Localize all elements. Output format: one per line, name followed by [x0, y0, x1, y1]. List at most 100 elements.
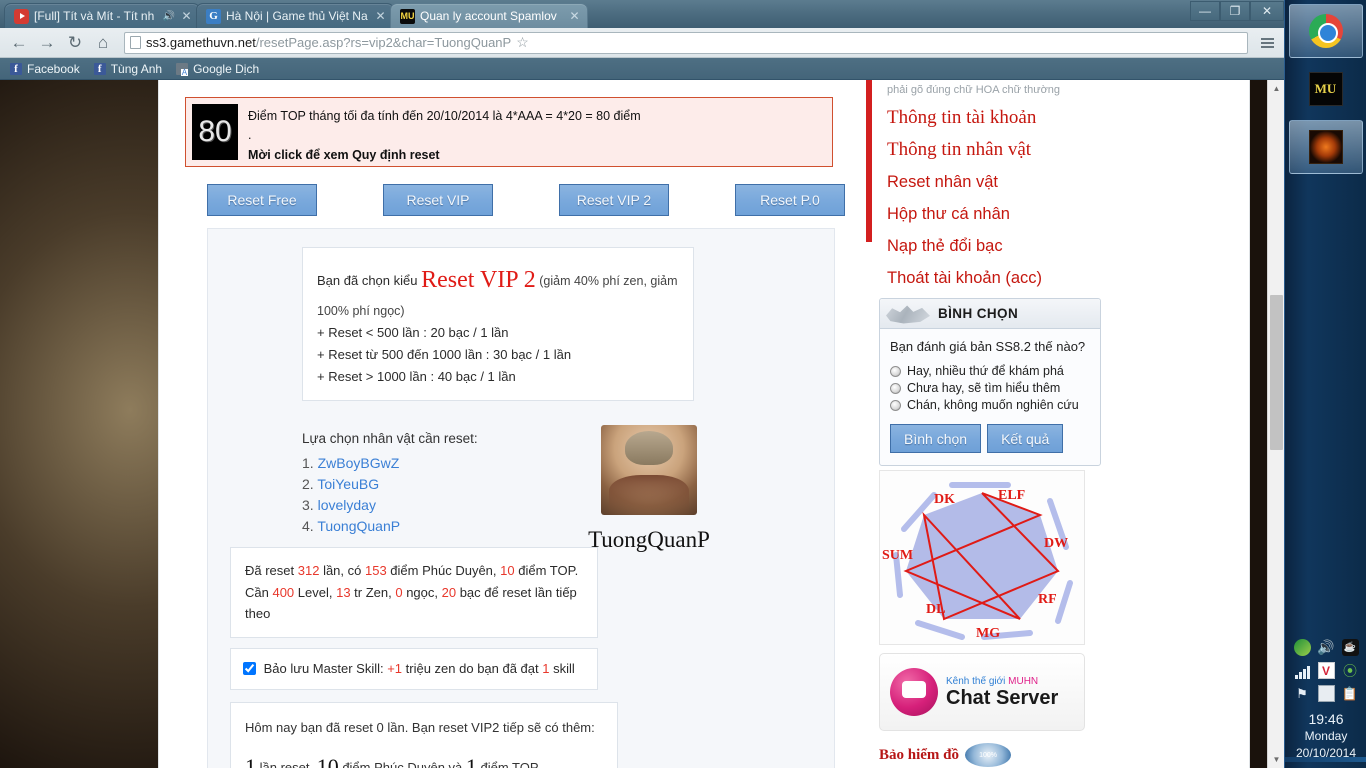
radio-icon[interactable]: [890, 400, 901, 411]
chat-server-banner[interactable]: Kênh thế giới MUHN Chat Server: [879, 653, 1085, 731]
character-link-2[interactable]: ToiYeuBG: [317, 476, 379, 492]
sidebar-item-account-info[interactable]: Thông tin tài khoản: [879, 102, 1109, 134]
insurance-banner[interactable]: Bảo hiểm đồ 100%: [879, 742, 1085, 768]
master-skill-checkbox[interactable]: [243, 662, 256, 676]
rule-line-3: + Reset > 1000 lần : 40 bạc / 1 lần: [317, 368, 516, 384]
browser-tab-2[interactable]: G Hà Nội | Game thủ Việt Na ✕: [196, 3, 394, 28]
forward-icon[interactable]: →: [34, 31, 60, 55]
radio-icon[interactable]: [890, 366, 901, 377]
chat-kenh-line: Kênh thế giới MUHN: [946, 676, 1058, 687]
taskbar-item-mu-online[interactable]: MU: [1289, 62, 1363, 116]
reward-resets: 1: [245, 753, 256, 768]
phuc-duyen-points: 153: [364, 562, 387, 578]
poll-question: Bạn đánh giá bản SS8.2 thế nào?: [890, 339, 1086, 354]
sidebar-item-logout[interactable]: Thoát tài khoản (acc): [879, 262, 1109, 294]
reset-free-button[interactable]: Reset Free: [207, 184, 317, 216]
taskbar-item-chrome[interactable]: [1288, 4, 1363, 58]
poll-option-label: Chán, không muốn nghiên cứu: [907, 398, 1079, 412]
skill-text: triệu zen do bạn đã đạt: [402, 661, 543, 677]
character-link-1[interactable]: ZwBoyBGwZ: [318, 455, 400, 471]
monitor-icon[interactable]: [1317, 685, 1335, 702]
class-label-mg: MG: [976, 626, 1000, 641]
scrollbar-thumb[interactable]: [1270, 295, 1283, 450]
character-link-4[interactable]: TuongQuanP: [317, 518, 400, 534]
browser-tab-3[interactable]: MU Quan ly account Spamlov ✕: [390, 3, 588, 28]
sidebar-item-reset-character[interactable]: Reset nhân vật: [879, 166, 1109, 198]
bookmark-star-icon[interactable]: ☆: [516, 34, 529, 51]
youtube-icon: [14, 8, 29, 24]
notice-line-3: Mời click để xem Quy định reset: [248, 147, 440, 162]
poll-option-label: Chưa hay, sẽ tìm hiểu thêm: [907, 381, 1061, 395]
poll-option-2[interactable]: Chưa hay, sẽ tìm hiểu thêm: [890, 380, 1090, 397]
sidebar-item-inbox[interactable]: Hộp thư cá nhân: [879, 198, 1109, 230]
close-icon[interactable]: ✕: [568, 10, 581, 23]
reward-line-2: 1 lần reset, 10 điểm Phúc Duyên và 1 điể…: [245, 749, 603, 768]
minimize-button[interactable]: —: [1190, 1, 1220, 21]
page-scrollbar[interactable]: ▲ ▼: [1267, 80, 1284, 768]
radio-icon[interactable]: [890, 383, 901, 394]
taskbar-clock[interactable]: 19:46 Monday 20/10/2014: [1285, 711, 1366, 762]
volume-icon[interactable]: 🔊: [1317, 639, 1334, 656]
address-bar[interactable]: ss3.gamethuvn.net/resetPage.asp?rs=vip2&…: [124, 31, 1248, 54]
bookmark-facebook[interactable]: f Facebook: [10, 62, 80, 76]
coffee-icon[interactable]: ☕: [1341, 639, 1359, 656]
page-info-icon[interactable]: [130, 36, 141, 49]
poll-option-3[interactable]: Chán, không muốn nghiên cứu: [890, 397, 1090, 414]
notice-line-1: Điểm TOP tháng tối đa tính đến 20/10/201…: [248, 109, 641, 123]
rule-box: Bạn đã chọn kiểu Reset VIP 2 (giảm 40% p…: [302, 247, 694, 401]
sidebar-item-character-info[interactable]: Thông tin nhân vật: [879, 134, 1109, 166]
char-index: 3.: [302, 496, 314, 513]
scroll-up-icon[interactable]: ▲: [1268, 80, 1285, 97]
reset-vip2-button[interactable]: Reset VIP 2: [559, 184, 669, 216]
flag-action-center-icon[interactable]: ⚑: [1294, 685, 1311, 702]
class-label-dk: DK: [934, 492, 955, 507]
poll-option-1[interactable]: Hay, nhiều thứ để khám phá: [890, 363, 1090, 380]
nvidia-icon[interactable]: ⦿: [1342, 662, 1359, 679]
rule-kind-line: Bạn đã chọn kiểu Reset VIP 2 (giảm 40% p…: [317, 260, 679, 322]
download-manager-icon[interactable]: [1293, 639, 1311, 656]
close-icon[interactable]: ✕: [180, 10, 193, 23]
close-icon[interactable]: ✕: [374, 10, 387, 23]
top-score-badge: 80: [192, 104, 238, 160]
chat-banner-text: Kênh thế giới MUHN Chat Server: [946, 676, 1058, 709]
poll-results-button[interactable]: Kết quả: [987, 424, 1064, 453]
browser-toolbar: ← → ↻ ⌂ ss3.gamethuvn.net/resetPage.asp?…: [0, 28, 1284, 58]
class-counter-wheel: DK ELF DW RF MG DL SUM: [879, 470, 1085, 645]
skill-bonus: +1: [387, 661, 403, 677]
list-item: 4. TuongQuanP: [302, 516, 400, 537]
home-icon[interactable]: ⌂: [90, 31, 116, 55]
top-notice-banner[interactable]: 80 Điểm TOP tháng tối đa tính đến 20/10/…: [185, 97, 833, 167]
class-label-sum: SUM: [882, 548, 913, 563]
skill-text: skill: [549, 661, 575, 677]
close-button[interactable]: ✕: [1250, 1, 1284, 21]
char-index: 2.: [302, 475, 314, 492]
skill-text: Bảo lưu Master Skill:: [263, 661, 388, 677]
poll-title: BÌNH CHỌN: [938, 306, 1019, 321]
account-menu: Thông tin tài khoản Thông tin nhân vật R…: [879, 102, 1109, 294]
character-link-3[interactable]: lovelyday: [318, 497, 376, 513]
show-desktop-button[interactable]: [1285, 757, 1366, 762]
bookmark-google-dich[interactable]: Google Dịch: [176, 62, 259, 76]
browser-tab-1[interactable]: [Full] Tít và Mít - Tít nh 🔊 ✕: [4, 3, 200, 28]
chrome-menu-icon[interactable]: [1256, 37, 1278, 48]
mu-online-icon: MU: [1308, 72, 1343, 106]
insurance-seal-icon: 100%: [965, 743, 1012, 767]
reward-phuc: 10: [316, 753, 339, 768]
bookmarks-bar: f Facebook f Tùng Anh Google Dịch: [0, 58, 1284, 80]
scroll-down-icon[interactable]: ▼: [1268, 751, 1285, 768]
url-text: ss3.gamethuvn.net/resetPage.asp?rs=vip2&…: [146, 35, 511, 50]
vote-button[interactable]: Bình chọn: [890, 424, 982, 453]
clipboard-icon[interactable]: 📋: [1342, 685, 1359, 702]
reset-p0-button[interactable]: Reset P.0: [735, 184, 845, 216]
reset-vip-button[interactable]: Reset VIP: [383, 184, 493, 216]
taskbar-item-mu-season[interactable]: [1288, 120, 1363, 174]
reload-icon[interactable]: ↻: [62, 31, 88, 55]
bookmark-label: Google Dịch: [193, 61, 260, 76]
network-signal-icon[interactable]: [1294, 662, 1311, 679]
maximize-button[interactable]: ❐: [1220, 1, 1250, 21]
mute-icon[interactable]: 🔊: [163, 11, 175, 22]
antivirus-icon[interactable]: V: [1317, 662, 1335, 679]
sidebar-item-topup[interactable]: Nạp thẻ đổi bạc: [879, 230, 1109, 262]
back-icon[interactable]: ←: [6, 31, 32, 55]
bookmark-tung-anh[interactable]: f Tùng Anh: [93, 62, 162, 76]
